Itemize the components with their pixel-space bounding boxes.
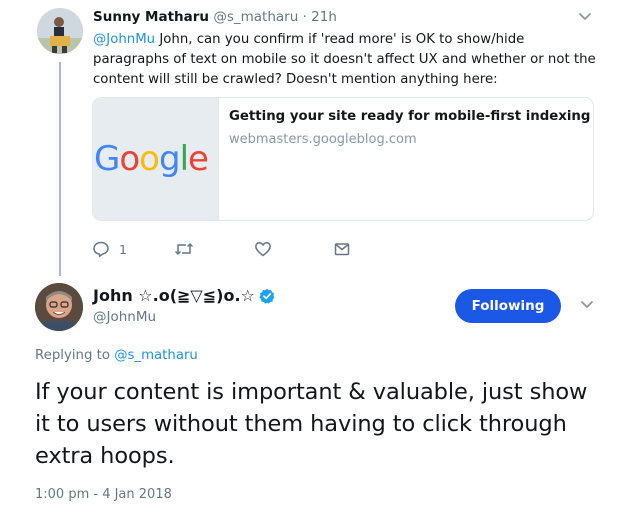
chevron-down-icon[interactable]: [580, 300, 594, 310]
author-name[interactable]: Sunny Matharu: [93, 9, 209, 25]
parent-tweet-actions: 1: [92, 240, 392, 264]
reply-icon: [93, 241, 109, 258]
heart-icon: [255, 242, 271, 257]
author-name[interactable]: John ☆.o(≧▽≦)o.☆: [93, 286, 255, 306]
retweet-icon: [174, 242, 194, 256]
replying-prefix: Replying to: [35, 348, 115, 363]
svg-text:Google: Google: [94, 139, 208, 179]
card-title: Getting your site ready for mobile-first…: [229, 109, 591, 124]
header-separator: ·: [302, 9, 307, 25]
chevron-down-icon[interactable]: [578, 12, 592, 22]
envelope-icon: [334, 243, 350, 256]
direct-message-button[interactable]: [333, 240, 351, 258]
main-author-name-row: John ☆.o(≧▽≦)o.☆: [93, 286, 275, 306]
tweet-timestamp[interactable]: 1:00 pm - 4 Jan 2018: [35, 487, 172, 502]
parent-tweet-text: @JohnMu John, can you confirm if 'read m…: [93, 30, 603, 90]
parent-tweet-header: Sunny Matharu @s_matharu · 21h: [93, 9, 337, 26]
author-handle[interactable]: @JohnMu: [93, 309, 156, 325]
parent-tweet-body: John, can you confirm if 'read more' is …: [93, 32, 596, 87]
avatar-sunny-matharu[interactable]: [37, 8, 83, 54]
card-thumbnail: Google: [93, 98, 219, 220]
following-button[interactable]: Following: [455, 289, 561, 323]
mention-link[interactable]: @JohnMu: [93, 32, 155, 47]
main-tweet-text: If your content is important & valuable,…: [35, 379, 588, 469]
thread-connector-line: [59, 62, 61, 276]
replying-handle-link[interactable]: @s_matharu: [114, 348, 198, 363]
reply-button[interactable]: 1: [92, 240, 127, 258]
tweet-time[interactable]: 21h: [311, 9, 337, 25]
replying-to-line: Replying to @s_matharu: [35, 348, 198, 363]
author-handle[interactable]: @s_matharu: [213, 9, 298, 25]
google-logo-image: Google: [94, 139, 209, 179]
avatar-john-mu[interactable]: [35, 283, 83, 331]
reply-count: 1: [119, 241, 127, 257]
link-preview-card[interactable]: Google Getting your site ready for mobil…: [92, 97, 594, 221]
verified-badge-icon: [259, 288, 275, 304]
retweet-button[interactable]: [174, 240, 194, 258]
card-domain: webmasters.googleblog.com: [229, 132, 417, 147]
like-button[interactable]: [254, 240, 272, 258]
